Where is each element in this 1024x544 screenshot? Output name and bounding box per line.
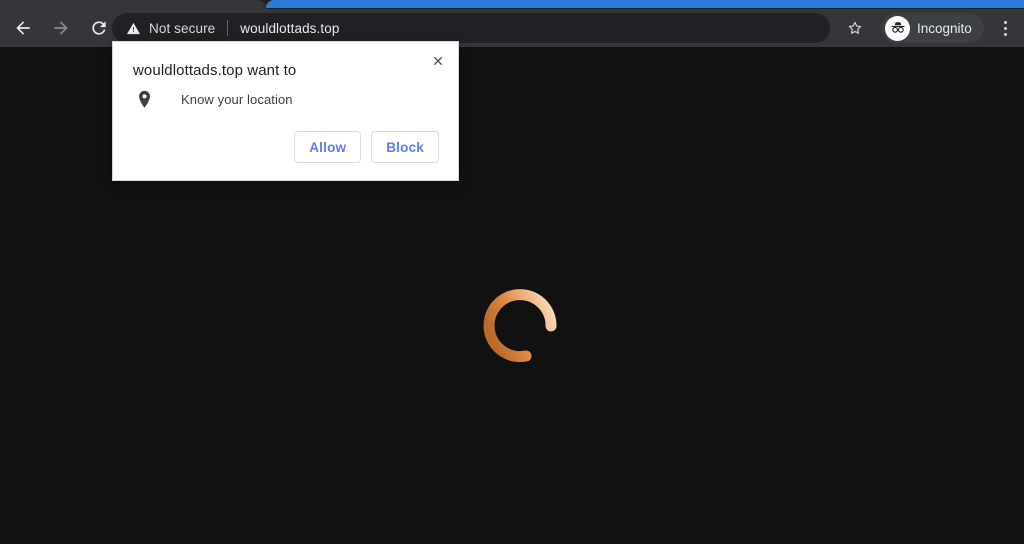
chrome-menu-button[interactable] [994, 14, 1016, 42]
menu-dot-icon [1003, 32, 1007, 36]
star-icon [848, 21, 862, 34]
permission-label: Know your location [181, 92, 293, 107]
location-pin-icon [133, 90, 155, 109]
tab-active-incognito[interactable] [0, 0, 266, 9]
permission-row: Know your location [133, 90, 293, 109]
menu-dot-icon [1003, 26, 1007, 30]
allow-button[interactable]: Allow [294, 131, 362, 163]
dialog-title: wouldlottads.top want to [133, 62, 297, 79]
incognito-avatar-icon [885, 15, 910, 41]
dialog-actions: Allow Block [294, 131, 439, 163]
tab-strip [0, 0, 1024, 9]
address-bar[interactable]: Not secure wouldlottads.top [112, 13, 830, 43]
profile-label: Incognito [917, 20, 972, 36]
back-arrow-icon [16, 21, 30, 35]
menu-dot-icon [1003, 20, 1007, 24]
loading-spinner [482, 285, 562, 365]
forward-button[interactable] [44, 11, 78, 45]
close-button[interactable] [426, 49, 450, 73]
browser-window: Not secure wouldlottads.top Incognito wo… [0, 0, 1024, 544]
back-button[interactable] [6, 11, 40, 45]
block-button[interactable]: Block [371, 131, 439, 163]
tab-strip-blue-area[interactable] [266, 0, 1024, 8]
profile-incognito-button[interactable]: Incognito [882, 13, 984, 43]
close-icon [433, 56, 443, 66]
url-text: wouldlottads.top [240, 20, 340, 36]
permission-dialog: wouldlottads.top want to Know your locat… [112, 41, 459, 181]
bookmark-button[interactable] [840, 14, 870, 42]
warning-triangle-icon [126, 21, 141, 36]
reload-icon [92, 21, 106, 35]
omnibox-divider [227, 20, 229, 36]
security-status-text: Not secure [149, 20, 216, 36]
forward-arrow-icon [54, 21, 68, 35]
reload-button[interactable] [82, 11, 116, 45]
